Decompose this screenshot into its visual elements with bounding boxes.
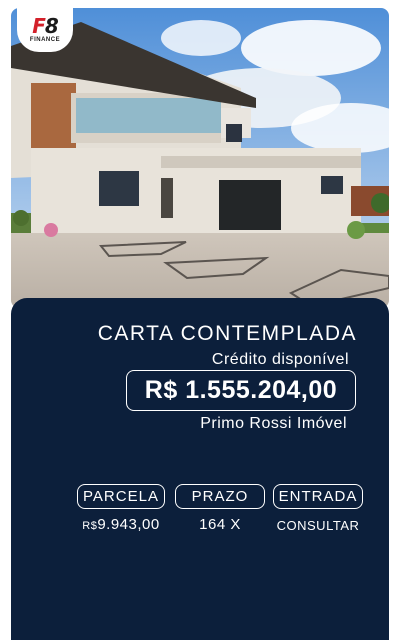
card-title: CARTA CONTEMPLADA: [97, 322, 357, 345]
credit-value-box: R$ 1.555.204,00: [126, 370, 356, 411]
prazo-label-text: PRAZO: [191, 488, 249, 505]
logo-mark: F8: [32, 13, 59, 38]
entrada-label-text: ENTRADA: [278, 488, 358, 505]
card-subtitle: Crédito disponível: [211, 351, 349, 368]
prazo-label: PRAZO: [175, 484, 265, 509]
parcela-label-text: PARCELA: [83, 488, 159, 505]
currency-symbol: R$: [82, 520, 98, 532]
logo-mark-digit: 8: [44, 13, 59, 38]
logo-subtitle: FINANCE: [29, 36, 61, 43]
entrada-label: ENTRADA: [273, 484, 363, 509]
parcela-amount: 9.943,00: [97, 516, 160, 533]
prazo-value: 164 X: [199, 516, 241, 533]
brand-logo: F8 FINANCE: [17, 6, 73, 52]
property-description: Primo Rossi Imóvel: [200, 415, 347, 432]
parcela-value: R$9.943,00: [77, 516, 165, 533]
entrada-value: CONSULTAR: [276, 518, 360, 533]
parcela-label: PARCELA: [77, 484, 165, 509]
offer-card: CARTA CONTEMPLADA Crédito disponível R$ …: [11, 298, 389, 640]
house-photo: [11, 8, 389, 308]
credit-value: R$ 1.555.204,00: [144, 376, 338, 404]
